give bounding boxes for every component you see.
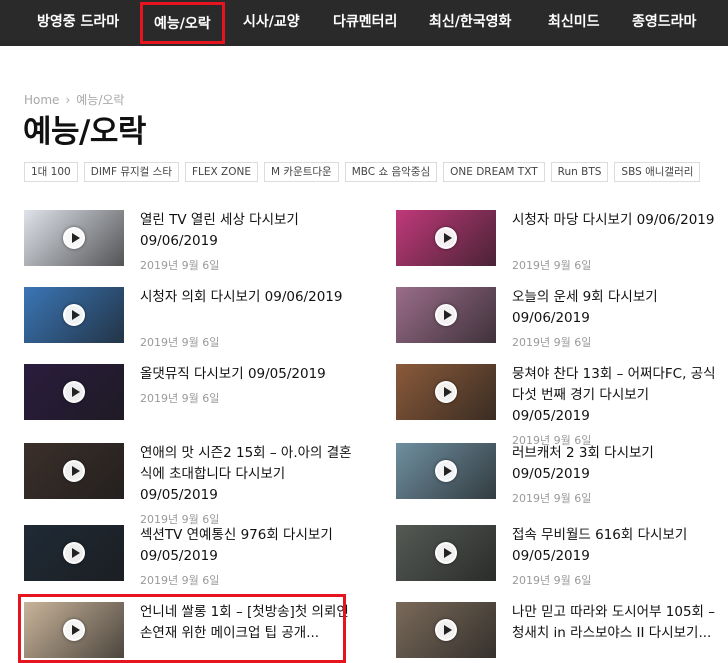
play-icon[interactable]: [435, 304, 457, 326]
play-icon[interactable]: [63, 460, 85, 482]
post-date: 2019년 9월 6일: [140, 392, 220, 405]
post-thumbnail[interactable]: [396, 364, 496, 420]
nav-item-airing-drama[interactable]: 방영중 드라마: [37, 0, 119, 46]
play-icon[interactable]: [435, 381, 457, 403]
post-thumbnail[interactable]: [24, 287, 124, 343]
post-thumbnail[interactable]: [24, 443, 124, 499]
post-item[interactable]: 열린 TV 열린 세상 다시보기 09/06/2019 2019년 9월 6일: [24, 210, 354, 272]
breadcrumb-current: 예능/오락: [76, 93, 125, 107]
nav-item-current-affairs[interactable]: 시사/교양: [243, 0, 300, 46]
top-navigation-bar: 방영중 드라마 예능/오락 시사/교양 다큐멘터리 최신/한국영화 최신미드 종…: [0, 0, 728, 46]
highlight-box: [18, 594, 346, 663]
post-title[interactable]: 시청자 마당 다시보기 09/06/2019: [512, 210, 727, 231]
post-title[interactable]: 열린 TV 열린 세상 다시보기 09/06/2019: [140, 210, 355, 252]
post-item[interactable]: 러브캐처 2 3회 다시보기 09/05/2019 2019년 9월 6일: [396, 443, 726, 505]
post-title[interactable]: 연애의 맛 시즌2 15회 – 아.아의 결혼식에 초대합니다 다시보기 09/…: [140, 443, 355, 506]
tag-item[interactable]: DIMF 뮤지컬 스타: [83, 162, 179, 182]
post-item[interactable]: 뭉쳐야 찬다 13회 – 어쩌다FC, 공식 다섯 번째 경기 다시보기 09/…: [396, 364, 727, 447]
post-title[interactable]: 러브캐처 2 3회 다시보기 09/05/2019: [512, 443, 727, 485]
tag-item[interactable]: 1대 100: [24, 162, 78, 182]
nav-item-documentary[interactable]: 다큐멘터리: [333, 0, 397, 46]
post-date: 2019년 9월 6일: [512, 259, 592, 272]
tag-list: 1대 100 DIMF 뮤지컬 스타 FLEX ZONE M 카운트다운 MBC 쇼 음…: [24, 162, 728, 182]
post-item[interactable]: 나만 믿고 따라와 도시어부 105회 – 청새치 in 라스보야스 II 다시…: [396, 602, 726, 663]
nav-item-us-drama[interactable]: 최신미드: [548, 0, 600, 46]
post-title[interactable]: 나만 믿고 따라와 도시어부 105회 – 청새치 in 라스보야스 II 다시…: [512, 602, 727, 644]
post-title[interactable]: 섹션TV 연예통신 976회 다시보기 09/05/2019: [140, 525, 355, 567]
post-thumbnail[interactable]: [24, 364, 124, 420]
tag-item[interactable]: SBS 애니갤러리: [614, 162, 701, 182]
post-thumbnail[interactable]: [396, 525, 496, 581]
breadcrumb-separator-icon: ›: [65, 93, 71, 107]
post-title[interactable]: 뭉쳐야 찬다 13회 – 어쩌다FC, 공식 다섯 번째 경기 다시보기 09/…: [512, 364, 727, 427]
play-icon[interactable]: [63, 542, 85, 564]
post-title[interactable]: 오늘의 운세 9회 다시보기 09/06/2019: [512, 287, 727, 329]
post-date: 2019년 9월 6일: [140, 574, 220, 587]
post-thumbnail[interactable]: [396, 443, 496, 499]
play-icon[interactable]: [435, 460, 457, 482]
tag-item[interactable]: FLEX ZONE: [185, 162, 259, 182]
post-item[interactable]: 올댓뮤직 다시보기 09/05/2019 2019년 9월 6일: [24, 364, 354, 426]
nav-item-korean-movies[interactable]: 최신/한국영화: [429, 0, 511, 46]
play-icon[interactable]: [63, 227, 85, 249]
post-title[interactable]: 시청자 의회 다시보기 09/06/2019: [140, 287, 355, 308]
play-icon[interactable]: [63, 304, 85, 326]
breadcrumb-home-link[interactable]: Home: [24, 93, 59, 107]
post-date: 2019년 9월 6일: [512, 492, 592, 505]
post-thumbnail[interactable]: [24, 210, 124, 266]
post-item[interactable]: 오늘의 운세 9회 다시보기 09/06/2019 2019년 9월 6일: [396, 287, 726, 349]
post-date: 2019년 9월 6일: [140, 259, 220, 272]
post-title[interactable]: 올댓뮤직 다시보기 09/05/2019: [140, 364, 355, 385]
post-item[interactable]: 접속 무비월드 616회 다시보기 09/05/2019 2019년 9월 6일: [396, 525, 726, 587]
post-item[interactable]: 시청자 의회 다시보기 09/06/2019 2019년 9월 6일: [24, 287, 354, 349]
page-title: 예능/오락: [23, 114, 146, 150]
post-thumbnail[interactable]: [396, 210, 496, 266]
post-item[interactable]: 연애의 맛 시즌2 15회 – 아.아의 결혼식에 초대합니다 다시보기 09/…: [24, 443, 355, 526]
post-thumbnail[interactable]: [24, 525, 124, 581]
tag-item[interactable]: ONE DREAM TXT: [443, 162, 545, 182]
post-item[interactable]: 시청자 마당 다시보기 09/06/2019 2019년 9월 6일: [396, 210, 726, 272]
nav-item-variety[interactable]: 예능/오락: [140, 2, 225, 44]
post-thumbnail[interactable]: [396, 602, 496, 658]
post-title[interactable]: 접속 무비월드 616회 다시보기 09/05/2019: [512, 525, 727, 567]
tag-item[interactable]: Run BTS: [550, 162, 609, 182]
play-icon[interactable]: [435, 542, 457, 564]
post-date: 2019년 9월 6일: [140, 336, 220, 349]
post-date: 2019년 9월 6일: [512, 336, 592, 349]
post-date: 2019년 9월 6일: [512, 574, 592, 587]
tag-item[interactable]: MBC 쇼 음악중심: [344, 162, 438, 182]
play-icon[interactable]: [435, 227, 457, 249]
play-icon[interactable]: [435, 619, 457, 641]
tag-item[interactable]: M 카운트다운: [264, 162, 339, 182]
post-thumbnail[interactable]: [396, 287, 496, 343]
post-item[interactable]: 섹션TV 연예통신 976회 다시보기 09/05/2019 2019년 9월 …: [24, 525, 354, 587]
play-icon[interactable]: [63, 381, 85, 403]
nav-item-ended-drama[interactable]: 종영드라마: [632, 0, 696, 46]
